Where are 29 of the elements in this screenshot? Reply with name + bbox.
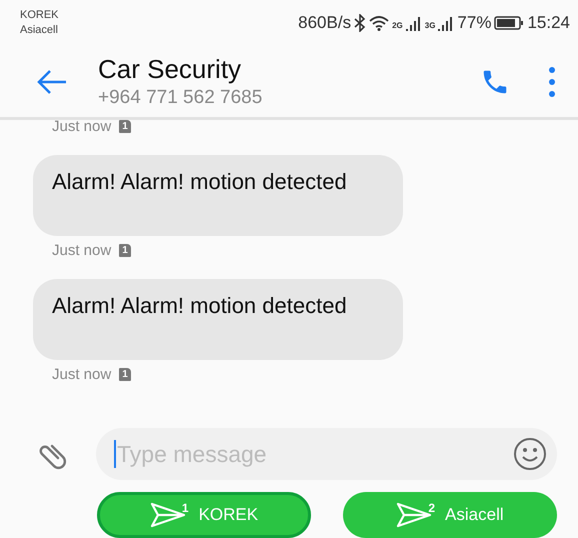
sim-badge: 1 (119, 368, 131, 381)
network-type: 2G (392, 21, 403, 30)
battery-icon (494, 15, 524, 31)
send-button[interactable]: 1 KOREK (97, 492, 311, 538)
signal-icon (406, 15, 422, 31)
back-button[interactable] (36, 68, 68, 94)
message-bubble: Alarm! Alarm! motion detected (33, 279, 403, 360)
network-type: 3G (424, 21, 436, 30)
emoji-button[interactable] (513, 437, 547, 471)
clock-time: 15:24 (527, 13, 570, 33)
carrier-name: KOREK (20, 8, 59, 23)
send-icon (396, 501, 432, 529)
carrier-name: Asiacell (20, 23, 59, 38)
bluetooth-icon (354, 14, 366, 32)
more-options-button[interactable] (548, 66, 556, 98)
send-button[interactable]: 2 Asiacell (343, 492, 557, 538)
message-time: Just now (52, 242, 112, 259)
contact-name: Car Security (98, 54, 242, 85)
message-time: Just now (52, 118, 112, 135)
phone-number: +964 771 562 7685 (98, 87, 264, 109)
wifi-icon (369, 15, 390, 31)
battery-percent: 77% (457, 13, 492, 33)
signal-icon (438, 15, 454, 31)
message-bubble: Alarm! Alarm! motion detected (33, 155, 403, 236)
network-speed: 860B/s (298, 13, 352, 33)
sim-badge: 1 (119, 120, 131, 133)
sim-badge: 1 (119, 244, 131, 257)
message-time: Just now (52, 366, 112, 383)
text-cursor (114, 440, 116, 468)
